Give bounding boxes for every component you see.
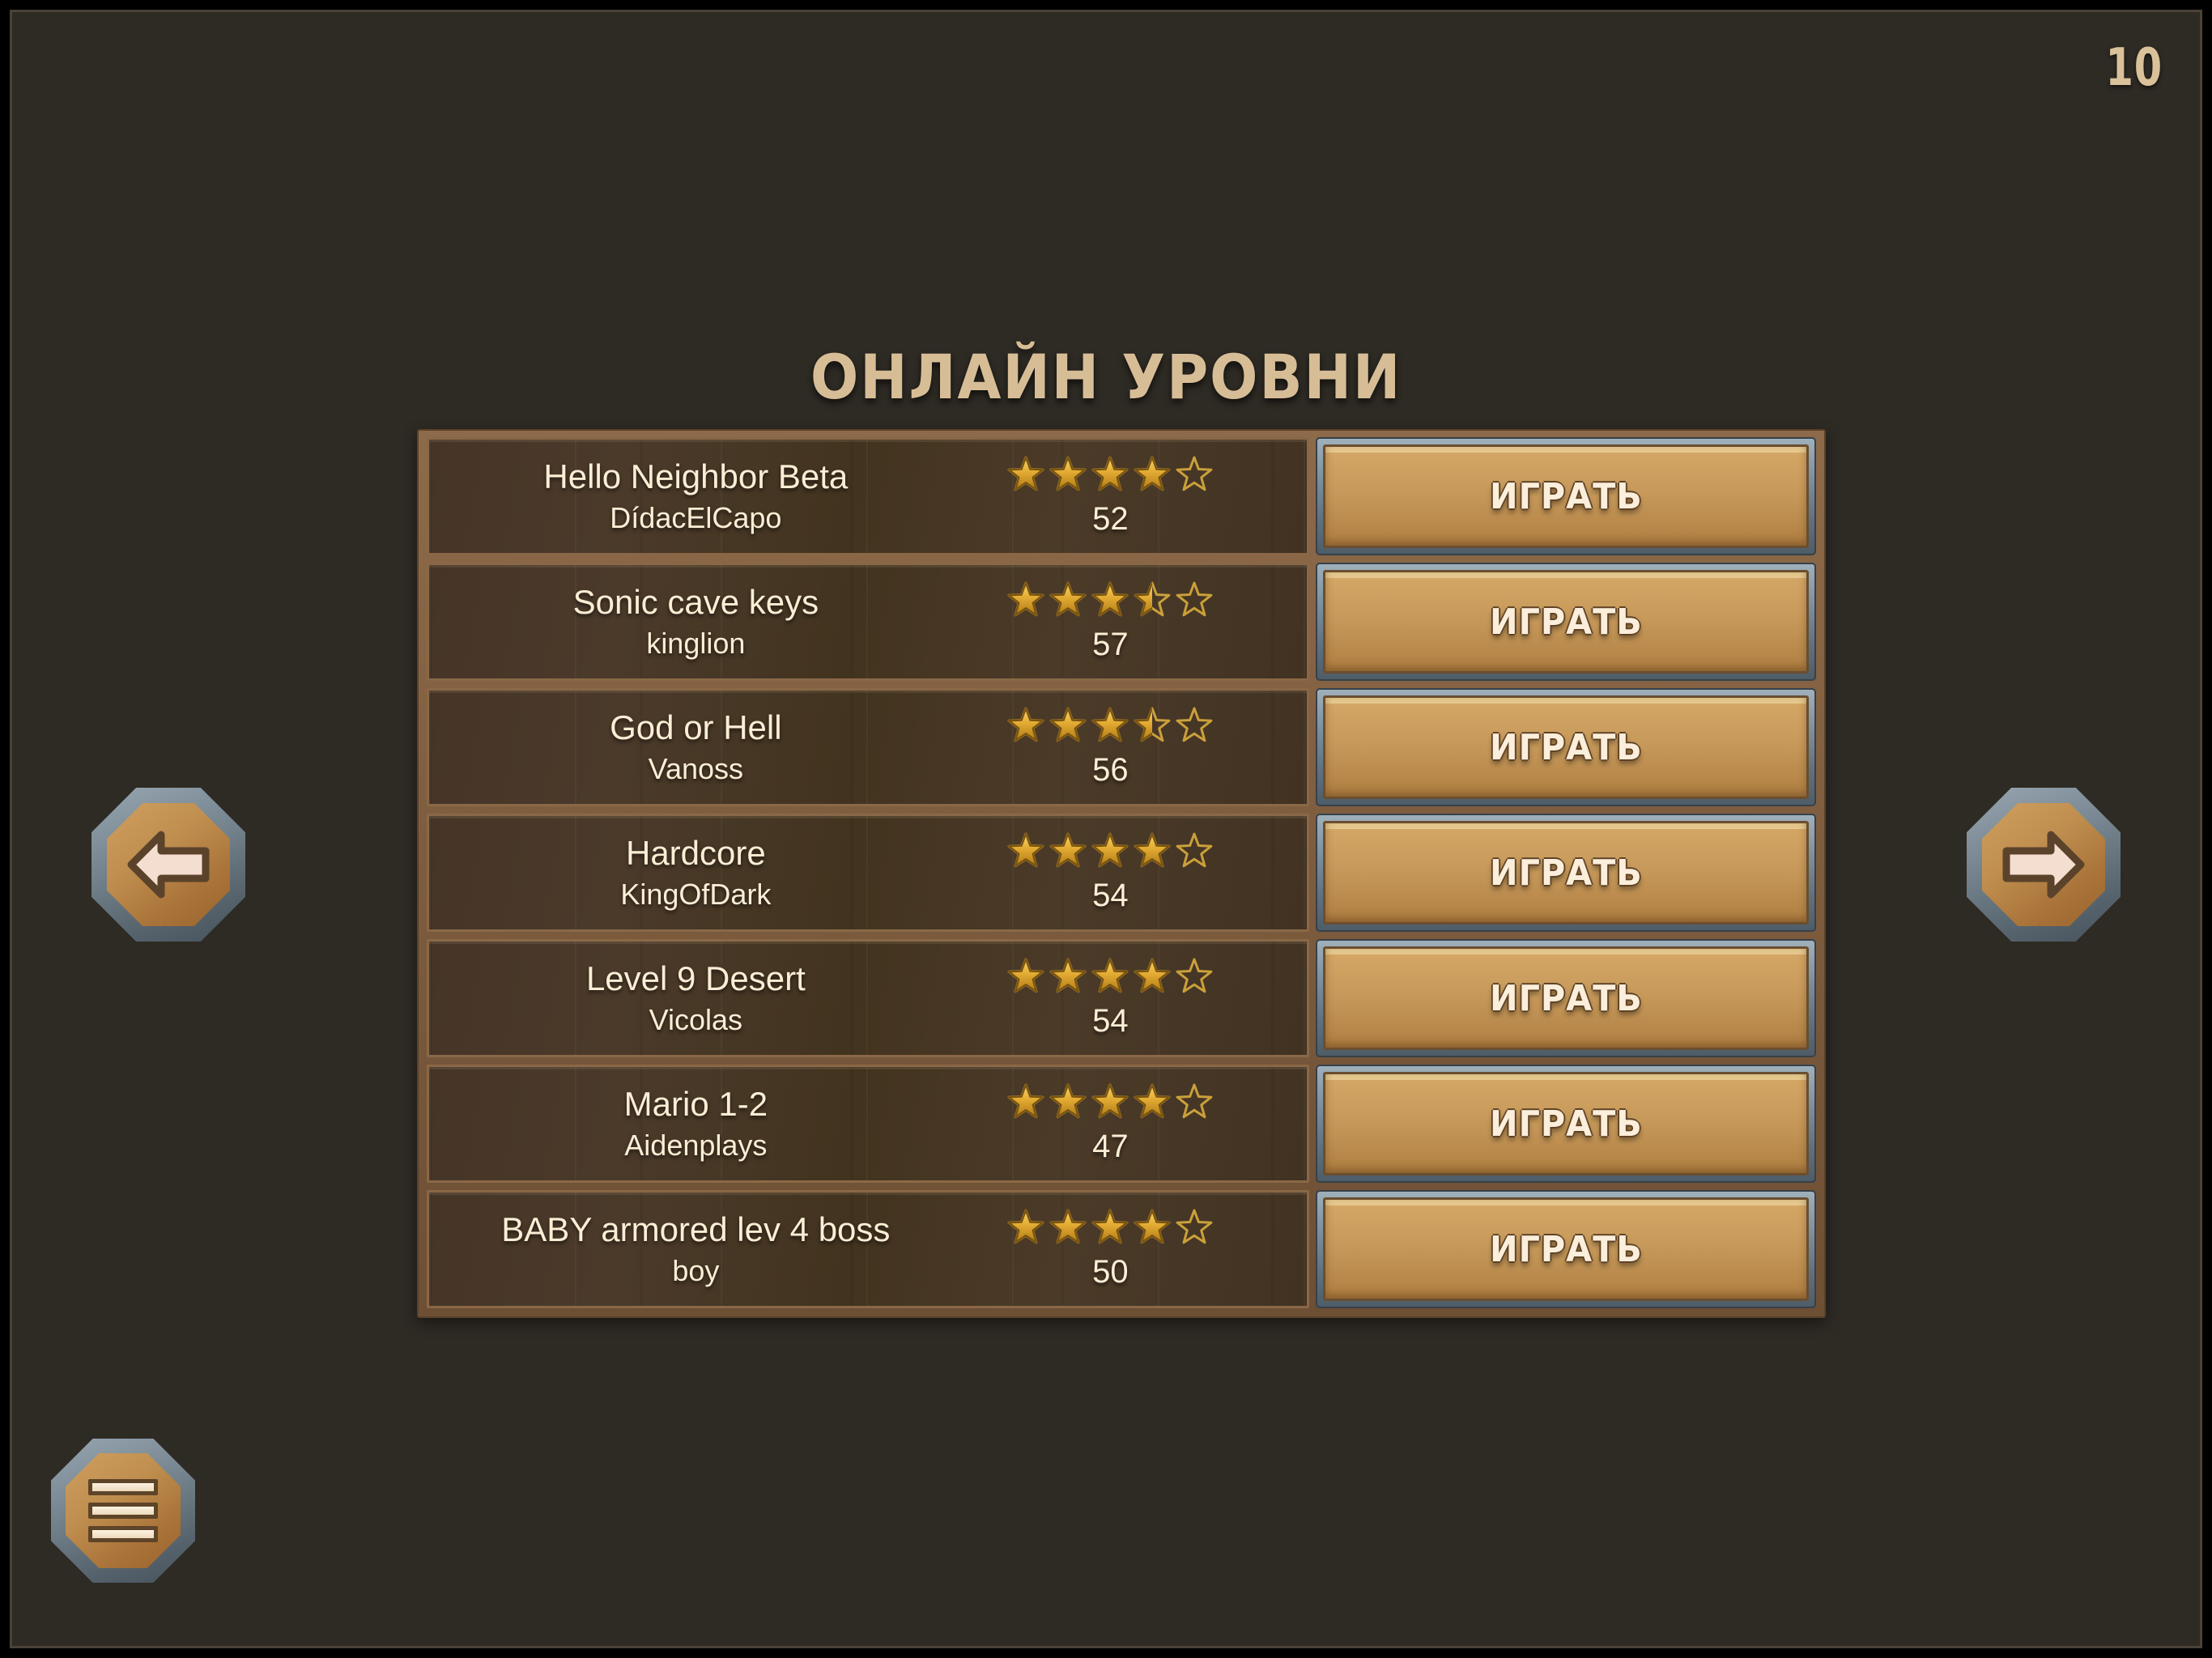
level-row-info: God or Hell Vanoss 56 (427, 688, 1309, 806)
play-button-label: ИГРАТЬ (1489, 852, 1643, 894)
level-rating: 54 (938, 832, 1307, 914)
game-screen: 10 ОНЛАЙН УРОВНИ Hello Neighbor Beta Dída… (0, 0, 2212, 1658)
prev-page-button-face (107, 803, 230, 926)
level-title: Mario 1-2 (623, 1085, 768, 1124)
level-votes: 52 (1092, 500, 1129, 537)
level-names: Hardcore KingOfDark (429, 835, 938, 910)
play-button-face[interactable]: ИГРАТЬ (1323, 946, 1809, 1050)
play-button-label: ИГРАТЬ (1489, 475, 1643, 517)
arrow-left-icon (127, 831, 210, 899)
menu-button[interactable] (51, 1439, 195, 1583)
hamburger-bar (88, 1503, 158, 1519)
play-button-face[interactable]: ИГРАТЬ (1323, 695, 1809, 799)
level-row[interactable]: God or Hell Vanoss 56 ИГРАТЬ (427, 688, 1816, 806)
level-title: Sonic cave keys (572, 583, 819, 622)
star-rating-icon (938, 1209, 1283, 1246)
level-rating: 54 (938, 958, 1307, 1039)
star-rating-icon (938, 958, 1283, 995)
level-votes: 54 (1092, 877, 1129, 913)
level-rating: 47 (938, 1083, 1307, 1165)
level-row[interactable]: BABY armored lev 4 boss boy 50 ИГРАТЬ (427, 1190, 1816, 1308)
play-button-face[interactable]: ИГРАТЬ (1323, 1072, 1809, 1175)
play-button-face[interactable]: ИГРАТЬ (1323, 444, 1809, 548)
star-rating-icon (938, 456, 1283, 493)
arrow-right-icon (2002, 831, 2085, 899)
level-votes: 47 (1092, 1128, 1129, 1164)
play-button-label: ИГРАТЬ (1489, 726, 1643, 768)
level-row-info: Hardcore KingOfDark 54 (427, 814, 1309, 932)
level-votes: 57 (1092, 626, 1129, 662)
play-button-label: ИГРАТЬ (1489, 977, 1643, 1019)
level-author: boy (672, 1254, 720, 1288)
play-button-label: ИГРАТЬ (1489, 1103, 1643, 1145)
level-title: Hello Neighbor Beta (543, 457, 849, 496)
star-rating-icon (938, 1083, 1283, 1120)
level-votes: 54 (1092, 1002, 1129, 1039)
star-rating-icon (938, 832, 1283, 869)
level-row-info: BABY armored lev 4 boss boy 50 (427, 1190, 1309, 1308)
level-author: kinglion (646, 627, 746, 661)
level-names: Hello Neighbor Beta DídacElCapo (429, 457, 938, 535)
next-page-button-face (1982, 803, 2105, 926)
play-button-face[interactable]: ИГРАТЬ (1323, 1197, 1809, 1301)
level-row[interactable]: Level 9 Desert Vicolas 54 ИГРАТЬ (427, 939, 1816, 1057)
level-author: Vanoss (648, 752, 744, 786)
level-rating: 50 (938, 1209, 1307, 1290)
level-row-info: Sonic cave keys kinglion 57 (427, 563, 1309, 681)
play-button[interactable]: ИГРАТЬ (1316, 437, 1816, 555)
level-names: Level 9 Desert Vicolas (429, 959, 938, 1037)
level-names: God or Hell Vanoss (429, 708, 938, 786)
level-title: Level 9 Desert (585, 959, 806, 998)
level-row[interactable]: Sonic cave keys kinglion 57 ИГРАТЬ (427, 563, 1816, 681)
play-button[interactable]: ИГРАТЬ (1316, 563, 1816, 681)
play-button[interactable]: ИГРАТЬ (1316, 939, 1816, 1057)
level-row-info: Mario 1-2 Aidenplays 47 (427, 1065, 1309, 1183)
page-title: ОНЛАЙН УРОВНИ (810, 341, 1402, 413)
next-page-button[interactable] (1967, 788, 2121, 942)
play-button[interactable]: ИГРАТЬ (1316, 1190, 1816, 1308)
hamburger-menu-icon (88, 1472, 158, 1550)
play-button[interactable]: ИГРАТЬ (1316, 1065, 1816, 1183)
play-button[interactable]: ИГРАТЬ (1316, 814, 1816, 932)
page-number: 10 (2105, 38, 2163, 98)
level-author: DídacElCapo (610, 501, 782, 535)
hamburger-bar (88, 1479, 158, 1495)
menu-button-face (66, 1453, 181, 1568)
level-title: BABY armored lev 4 boss (501, 1210, 891, 1249)
star-rating-icon (938, 581, 1283, 619)
level-author: Vicolas (649, 1003, 743, 1037)
screen-inner-frame: 10 ОНЛАЙН УРОВНИ Hello Neighbor Beta Dída… (10, 10, 2202, 1648)
level-row-info: Level 9 Desert Vicolas 54 (427, 939, 1309, 1057)
level-title: God or Hell (610, 708, 782, 747)
prev-page-button[interactable] (91, 788, 245, 942)
play-button-face[interactable]: ИГРАТЬ (1323, 570, 1809, 674)
level-author: KingOfDark (620, 878, 772, 912)
level-row[interactable]: Mario 1-2 Aidenplays 47 ИГРАТЬ (427, 1065, 1816, 1183)
level-row[interactable]: Hardcore KingOfDark 54 ИГРАТЬ (427, 814, 1816, 932)
level-votes: 56 (1092, 751, 1129, 788)
level-title: Hardcore (625, 834, 766, 873)
play-button[interactable]: ИГРАТЬ (1316, 688, 1816, 806)
play-button-face[interactable]: ИГРАТЬ (1323, 821, 1809, 925)
level-names: Sonic cave keys kinglion (429, 583, 938, 661)
level-votes: 50 (1092, 1253, 1129, 1290)
hamburger-bar (88, 1526, 158, 1542)
level-names: BABY armored lev 4 boss boy (429, 1210, 938, 1288)
online-levels-panel: Hello Neighbor Beta DídacElCapo 52 ИГРАТЬ So… (417, 429, 1826, 1318)
level-rating: 52 (938, 456, 1307, 538)
play-button-label: ИГРАТЬ (1489, 601, 1643, 643)
level-names: Mario 1-2 Aidenplays (429, 1086, 938, 1161)
star-rating-icon (938, 707, 1283, 744)
level-row[interactable]: Hello Neighbor Beta DídacElCapo 52 ИГРАТЬ (427, 437, 1816, 555)
play-button-label: ИГРАТЬ (1489, 1228, 1643, 1270)
level-rating: 57 (938, 581, 1307, 663)
level-rating: 56 (938, 707, 1307, 789)
level-row-info: Hello Neighbor Beta DídacElCapo 52 (427, 437, 1309, 555)
level-author: Aidenplays (624, 1129, 768, 1163)
